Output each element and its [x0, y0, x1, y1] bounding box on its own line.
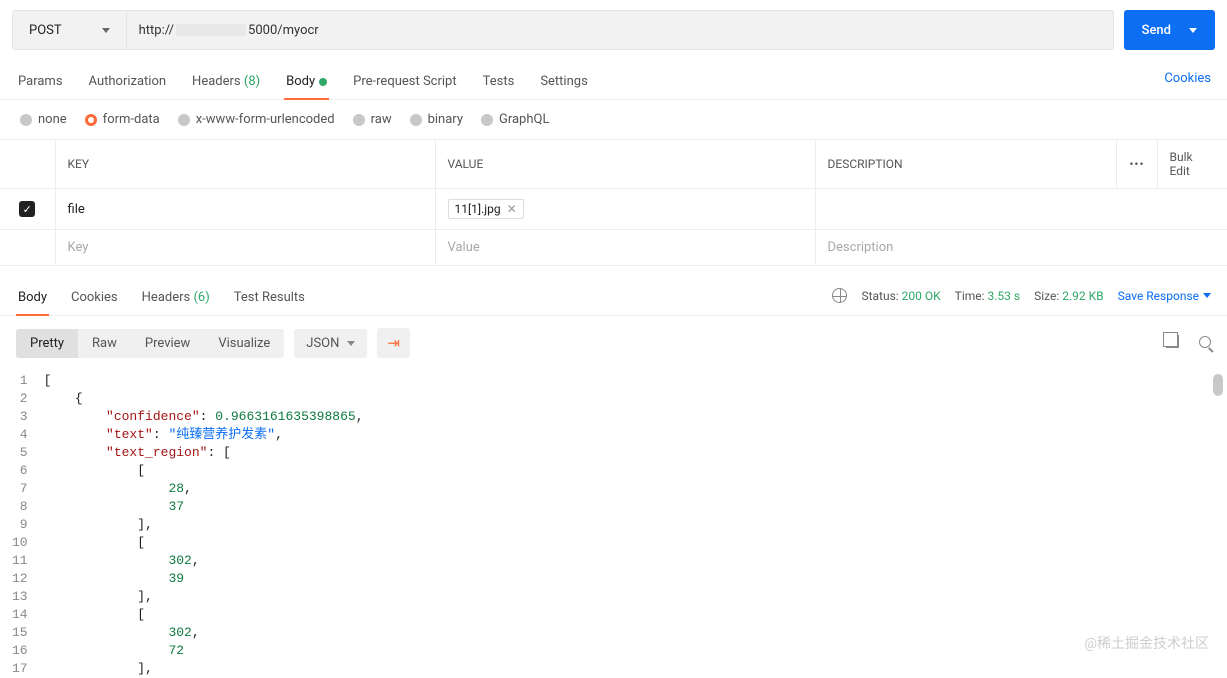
col-key: KEY: [55, 140, 435, 189]
send-button[interactable]: Send: [1124, 10, 1215, 50]
description-input[interactable]: Description: [815, 230, 1227, 266]
search-icon[interactable]: [1199, 334, 1211, 352]
table-row-empty: Key Value Description: [0, 230, 1227, 266]
tab-tests[interactable]: Tests: [481, 68, 517, 99]
time-label: Time: 3.53 s: [955, 289, 1020, 303]
status-label: Status: 200 OK: [861, 289, 940, 303]
chevron-down-icon: [1189, 28, 1197, 33]
save-response-button[interactable]: Save Response: [1118, 289, 1211, 303]
tab-body[interactable]: Body: [284, 68, 329, 99]
radio-icon: [353, 114, 365, 126]
body-opt-formdata[interactable]: form-data: [85, 112, 160, 127]
key-input[interactable]: Key: [55, 230, 435, 266]
resp-tab-headers[interactable]: Headers (6): [140, 286, 212, 315]
view-visualize[interactable]: Visualize: [204, 329, 284, 358]
body-opt-none[interactable]: none: [20, 112, 67, 127]
chevron-down-icon: [1203, 293, 1211, 298]
bulk-edit-button[interactable]: Bulk Edit: [1157, 140, 1227, 189]
value-input[interactable]: Value: [435, 230, 815, 266]
resp-tab-cookies[interactable]: Cookies: [69, 286, 120, 315]
value-cell[interactable]: 11[1].jpg ✕: [435, 189, 815, 230]
globe-icon[interactable]: [832, 288, 847, 303]
tab-authorization[interactable]: Authorization: [87, 68, 169, 99]
remove-file-icon[interactable]: ✕: [507, 202, 517, 216]
wrap-lines-button[interactable]: ⇥: [377, 328, 410, 358]
body-opt-urlencoded[interactable]: x-www-form-urlencoded: [178, 112, 335, 127]
col-options-button[interactable]: •••: [1117, 140, 1157, 189]
tab-headers[interactable]: Headers (8): [190, 68, 262, 99]
view-raw[interactable]: Raw: [78, 329, 131, 358]
copy-icon[interactable]: [1166, 334, 1179, 352]
view-preview[interactable]: Preview: [131, 329, 204, 358]
row-checkbox[interactable]: ✓: [19, 201, 35, 217]
url-redacted: [176, 24, 246, 36]
body-type-options: none form-data x-www-form-urlencoded raw…: [0, 100, 1227, 139]
method-url-bar: POST http://5000/myocr: [12, 10, 1114, 50]
radio-icon: [410, 114, 422, 126]
cookies-link[interactable]: Cookies: [1164, 71, 1211, 96]
radio-icon: [20, 114, 32, 126]
tab-prerequest[interactable]: Pre-request Script: [351, 68, 458, 99]
chevron-down-icon: [102, 28, 110, 33]
description-cell[interactable]: [815, 189, 1227, 230]
col-description: DESCRIPTION: [815, 140, 1117, 189]
table-row: ✓ file 11[1].jpg ✕: [0, 189, 1227, 230]
body-opt-binary[interactable]: binary: [410, 112, 463, 127]
tab-settings[interactable]: Settings: [538, 68, 589, 99]
radio-icon: [178, 114, 190, 126]
formdata-table: KEY VALUE DESCRIPTION ••• Bulk Edit ✓ fi…: [0, 139, 1227, 266]
method-value: POST: [29, 23, 62, 38]
watermark: @稀土掘金技术社区: [1084, 633, 1209, 653]
resp-tab-testresults[interactable]: Test Results: [232, 286, 307, 315]
col-value: VALUE: [435, 140, 815, 189]
response-body-code[interactable]: 1234567891011121314151617 [ { "confidenc…: [0, 370, 1227, 678]
key-cell[interactable]: file: [55, 189, 435, 230]
body-opt-graphql[interactable]: GraphQL: [481, 112, 549, 127]
url-input[interactable]: http://5000/myocr: [127, 11, 1113, 49]
request-tabs: Params Authorization Headers (8) Body Pr…: [0, 60, 1227, 100]
response-tabs: Body Cookies Headers (6) Test Results St…: [0, 266, 1227, 316]
method-select[interactable]: POST: [13, 11, 127, 49]
file-tag: 11[1].jpg ✕: [448, 199, 524, 219]
resp-tab-body[interactable]: Body: [16, 286, 49, 315]
size-label: Size: 2.92 KB: [1034, 289, 1104, 303]
radio-icon: [85, 114, 97, 126]
dot-indicator-icon: [319, 78, 327, 86]
tab-params[interactable]: Params: [16, 68, 65, 99]
scrollbar[interactable]: [1213, 374, 1223, 396]
view-pretty[interactable]: Pretty: [16, 329, 78, 358]
body-opt-raw[interactable]: raw: [353, 112, 392, 127]
radio-icon: [481, 114, 493, 126]
format-select[interactable]: JSON: [294, 329, 367, 358]
response-toolbar: Pretty Raw Preview Visualize JSON ⇥: [0, 316, 1227, 370]
chevron-down-icon: [347, 341, 355, 346]
